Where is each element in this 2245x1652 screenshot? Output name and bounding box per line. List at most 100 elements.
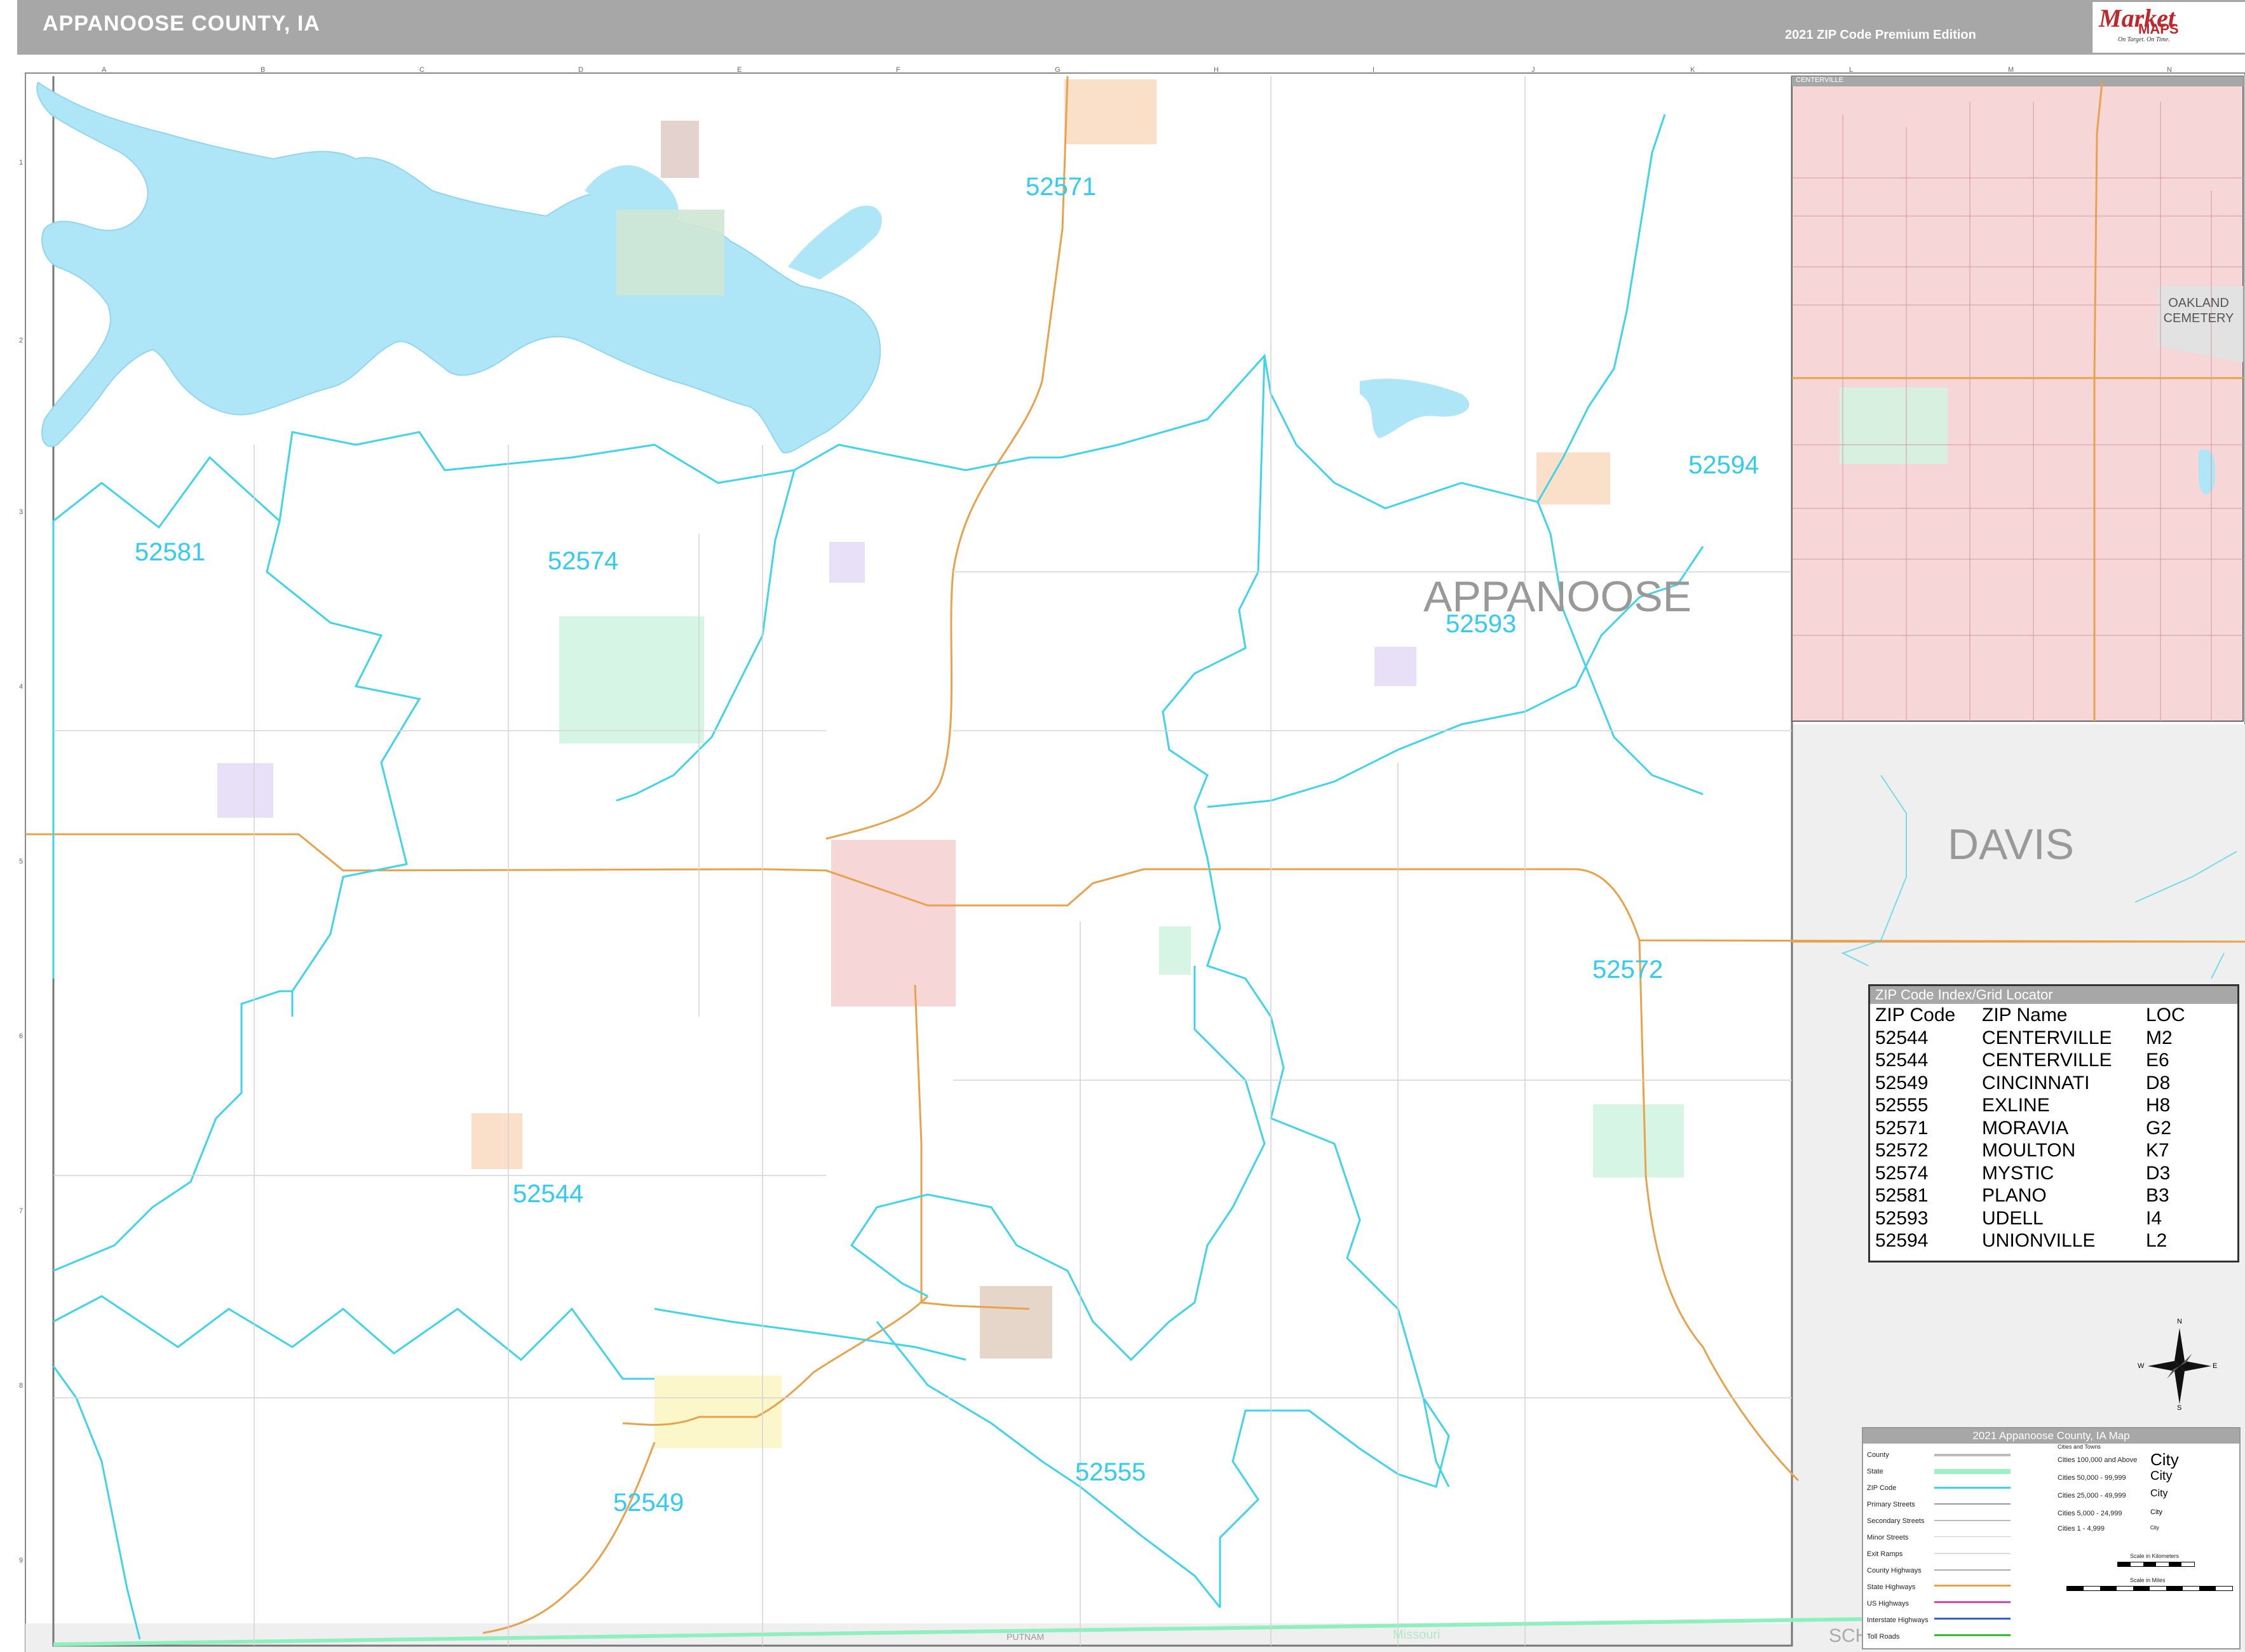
legend-county: County xyxy=(1867,1451,1889,1459)
table-row[interactable]: 52544 CENTERVILLE M2 xyxy=(1873,1027,2188,1050)
legend-state-hwy: State Highways xyxy=(1867,1583,1916,1591)
grid-col-h: H xyxy=(1214,66,1219,74)
zip-label-52572[interactable]: 52572 xyxy=(1592,956,1663,984)
table-row[interactable]: 52581 PLANO B3 xyxy=(1873,1184,2188,1207)
zip-index-header-zip: ZIP Code xyxy=(1875,1005,1956,1026)
exline-box xyxy=(980,1286,1052,1358)
legend-scale-miles: Scale in Miles xyxy=(2130,1577,2166,1583)
table-row[interactable]: 52549 CINCINNATI D8 xyxy=(1873,1072,2188,1095)
table-row[interactable]: 52544 CENTERVILLE E6 xyxy=(1873,1049,2188,1072)
map-legend: 2021 Appanoose County, IA Map County Sta… xyxy=(1862,1427,2241,1649)
zip-code-index: ZIP Code Index/Grid Locator ZIP Code ZIP… xyxy=(1868,984,2239,1263)
legend-primary-line xyxy=(1934,1503,2011,1505)
legend-state: State xyxy=(1867,1468,1883,1475)
zip-label-52581[interactable]: 52581 xyxy=(135,538,205,567)
legend-ramps: Exit Ramps xyxy=(1867,1550,1903,1558)
legend-minor-line xyxy=(1934,1536,2011,1537)
legend-scale-km: Scale in Kilometers xyxy=(2130,1553,2180,1559)
legend-city-class-3: Cities 25,000 - 49,999 xyxy=(2058,1492,2126,1500)
name-cell: UDELL xyxy=(1982,1207,2044,1229)
grid-col-g: G xyxy=(1055,66,1061,74)
table-row[interactable]: 52593 UDELL I4 xyxy=(1873,1207,2188,1230)
zip-label-52574[interactable]: 52574 xyxy=(548,547,618,576)
legend-interstate: Interstate Highways xyxy=(1867,1616,1929,1624)
scale-bar-miles xyxy=(2066,1586,2233,1591)
legend-county-hwy-line xyxy=(1934,1569,2011,1571)
legend-city-sample-4: City xyxy=(2150,1508,2162,1516)
loc-cell: E6 xyxy=(2146,1050,2169,1071)
legend-secondary: Secondary Streets xyxy=(1867,1517,1925,1525)
loc-cell: D3 xyxy=(2146,1162,2171,1184)
grid-row-3: 3 xyxy=(19,508,24,516)
zip-label-52549[interactable]: 52549 xyxy=(613,1489,684,1517)
grid-col-e: E xyxy=(737,66,742,74)
loc-cell: H8 xyxy=(2146,1095,2171,1116)
moravia-box xyxy=(1064,79,1156,144)
grid-col-m: M xyxy=(2008,66,2014,74)
grid-col-b: B xyxy=(261,66,266,74)
zip-cell: 52574 xyxy=(1875,1162,1929,1184)
loc-cell: B3 xyxy=(2146,1185,2169,1206)
grid-row-1: 1 xyxy=(19,159,24,166)
legend-us-hwy-line xyxy=(1934,1601,2011,1603)
table-row[interactable]: 52594 UNIONVILLE L2 xyxy=(1873,1229,2188,1252)
legend-city-class-2: Cities 50,000 - 99,999 xyxy=(2058,1474,2126,1482)
grid-col-c: C xyxy=(419,66,424,74)
legend-city-class-5: Cities 1 - 4,999 xyxy=(2058,1525,2105,1533)
legend-city-sample-2: City xyxy=(2150,1469,2173,1483)
plano-box xyxy=(217,763,273,818)
table-row[interactable]: 52572 MOULTON K7 xyxy=(1873,1139,2188,1162)
zip-cell: 52555 xyxy=(1875,1095,1929,1116)
grid-col-f: F xyxy=(896,66,900,74)
grid-col-d: D xyxy=(578,66,583,74)
zip-label-52555[interactable]: 52555 xyxy=(1075,1458,1146,1487)
grid-row-8: 8 xyxy=(19,1382,24,1390)
zip-index-header-loc: LOC xyxy=(2146,1005,2185,1026)
zip-cell: 52544 xyxy=(1875,1027,1929,1048)
grid-row-9: 9 xyxy=(19,1557,24,1564)
numa-box xyxy=(471,1113,522,1169)
name-cell: CENTERVILLE xyxy=(1982,1050,2112,1071)
county-label-putnam: PUTNAM xyxy=(1007,1632,1045,1642)
loc-cell: I4 xyxy=(2146,1207,2162,1229)
zip-index-title: ZIP Code Index/Grid Locator xyxy=(1870,986,2237,1004)
zip-cell: 52594 xyxy=(1875,1230,1929,1251)
zip-label-52594[interactable]: 52594 xyxy=(1688,451,1759,480)
legend-interstate-line xyxy=(1934,1618,2011,1620)
moulton-box xyxy=(1593,1104,1684,1177)
legend-minor: Minor Streets xyxy=(1867,1534,1909,1541)
zip-label-52544[interactable]: 52544 xyxy=(513,1180,583,1209)
county-label-appanoose: APPANOOSE xyxy=(1423,572,1692,621)
south-missouri-area xyxy=(25,1623,1792,1652)
zip-cell: 52544 xyxy=(1875,1050,1929,1071)
legend-secondary-line xyxy=(1934,1520,2011,1521)
loc-cell: M2 xyxy=(2146,1027,2173,1048)
oakland-cemetery-label: OAKLAND CEMETERY xyxy=(2163,296,2234,325)
loc-cell: D8 xyxy=(2146,1072,2171,1093)
table-row[interactable]: 52574 MYSTIC D3 xyxy=(1873,1162,2188,1185)
grid-col-j: J xyxy=(1531,66,1535,74)
table-row[interactable]: 52555 EXLINE H8 xyxy=(1873,1094,2188,1117)
legend-us-hwy: US Highways xyxy=(1867,1600,1909,1608)
zip-index-header-name: ZIP Name xyxy=(1982,1005,2068,1026)
zip-label-52571[interactable]: 52571 xyxy=(1026,173,1096,201)
map-canvas[interactable] xyxy=(0,0,2245,1652)
scale-bar-km xyxy=(2117,1562,2195,1567)
udell-box xyxy=(1374,647,1416,686)
legend-county-line xyxy=(1934,1454,2011,1456)
name-cell: MOULTON xyxy=(1982,1140,2076,1161)
grid-col-i: I xyxy=(1373,66,1375,74)
legend-county-hwy: County Highways xyxy=(1867,1567,1922,1574)
loc-cell: G2 xyxy=(2146,1117,2172,1139)
name-cell: EXLINE xyxy=(1982,1095,2050,1116)
name-cell: UNIONVILLE xyxy=(1982,1230,2096,1251)
zip-index-header-row: ZIP Code ZIP Name LOC xyxy=(1873,1004,2188,1027)
table-row[interactable]: 52571 MORAVIA G2 xyxy=(1873,1117,2188,1140)
legend-ramps-line xyxy=(1934,1553,2011,1554)
legend-zip: ZIP Code xyxy=(1867,1484,1897,1492)
legend-toll-line xyxy=(1934,1634,2011,1636)
legend-city-class-4: Cities 5,000 - 24,999 xyxy=(2058,1510,2122,1517)
grid-row-5: 5 xyxy=(19,858,24,865)
state-park-area xyxy=(616,210,724,295)
grid-row-7: 7 xyxy=(19,1207,24,1215)
